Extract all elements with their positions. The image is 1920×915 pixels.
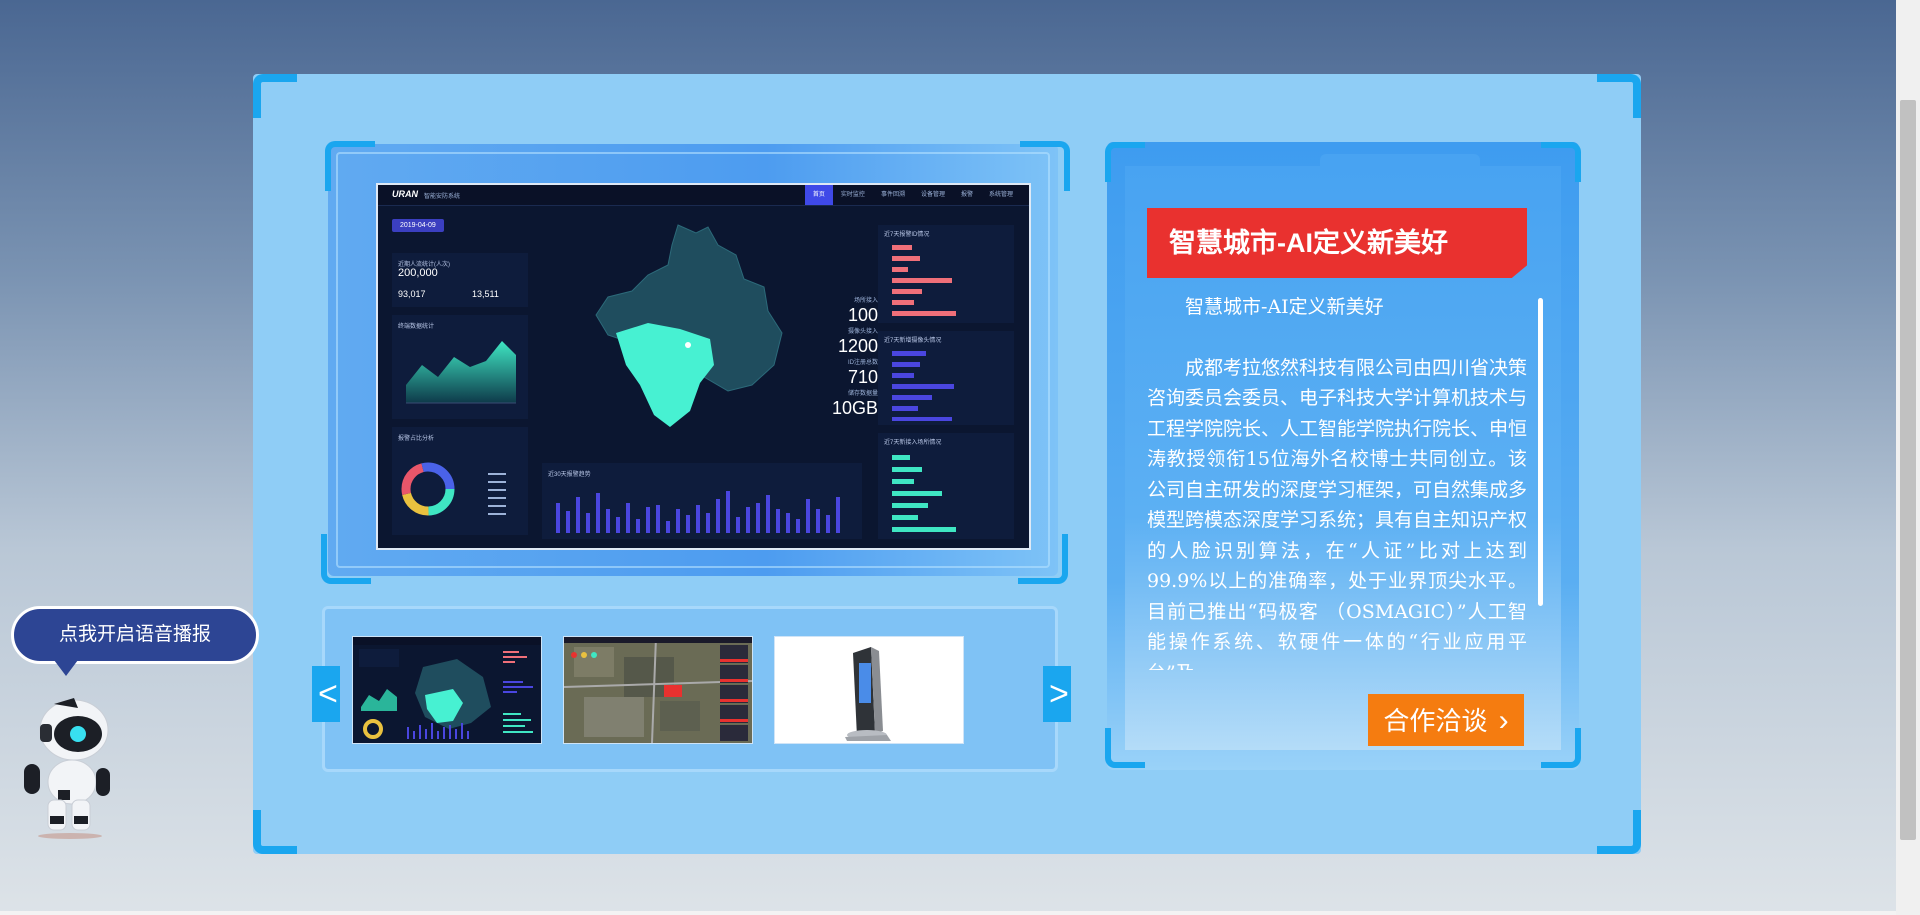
dashboard-preview-image: URAN 智能安防系统 首页 实时监控 事件回溯 设备管理 报警 系统管理 20… <box>376 183 1031 550</box>
dashboard-right-panel: 近7天新增摄像头情况 <box>878 331 1014 425</box>
frame-corner <box>253 810 297 854</box>
chevron-left-icon: < <box>318 675 338 713</box>
dashboard-nav-item: 系统管理 <box>988 192 1013 198</box>
dashboard-sub-right: 13,511 <box>472 289 499 299</box>
chevron-right-icon: › <box>1498 704 1509 737</box>
info-title: 智慧城市-AI定义新美好 <box>1147 208 1527 278</box>
voice-broadcast-button[interactable]: 点我开启语音播报 <box>11 606 259 664</box>
stat-label: ID注册总数 <box>847 360 878 366</box>
dashboard-subtitle: 智能安防系统 <box>424 194 461 200</box>
info-corner <box>1105 142 1145 182</box>
dashboard-map <box>595 224 783 427</box>
dashboard-nav-item: 实时监控 <box>840 192 865 198</box>
cooperate-button[interactable]: 合作洽谈 › <box>1368 694 1524 746</box>
dashboard-bars-panel: 近30天报警趋势 <box>542 463 862 539</box>
frame-corner <box>253 74 297 118</box>
thumbnail-dashboard[interactable] <box>352 636 542 744</box>
dashboard-totals-panel: 近期人流统计(人次) 200,000 93,017 13,511 <box>392 253 528 307</box>
stat-value: 1200 <box>837 336 878 356</box>
cooperate-button-label: 合作洽谈 <box>1383 706 1488 736</box>
stat-label: 储存数据量 <box>847 391 878 397</box>
dashboard-right-panel: 近7天报警ID情况 <box>878 225 1014 323</box>
chevron-right-icon: > <box>1049 675 1069 713</box>
info-subtitle: 智慧城市-AI定义新美好 <box>1185 296 1384 318</box>
stat-value: 100 <box>847 305 878 325</box>
thumbnail-face-device[interactable] <box>774 636 964 744</box>
frame-corner <box>1597 810 1641 854</box>
info-body: 成都考拉悠然科技有限公司由四川省决策咨询委员会委员、电子科技大学计算机技术与工程… <box>1147 356 1527 671</box>
dashboard-nav-item: 首页 <box>804 185 833 205</box>
stat-label: 场所接入 <box>853 298 878 304</box>
dashboard-donut-panel: 报警占比分析 <box>392 427 528 535</box>
info-corner <box>1105 728 1145 768</box>
info-text-scrollbar[interactable] <box>1538 298 1543 606</box>
bottom-strip <box>0 911 1896 915</box>
stat-label: 摄像头接入 <box>847 329 878 335</box>
dashboard-logo: URAN <box>392 189 418 199</box>
info-corner <box>1541 142 1581 182</box>
thumbnail-satellite[interactable] <box>563 636 753 744</box>
carousel-next-button[interactable]: > <box>1043 666 1071 722</box>
dashboard-stats: 场所接入 100 摄像头接入 1200 ID注册总数 710 储存数据量 10G… <box>818 295 878 419</box>
stat-value: 710 <box>847 367 878 387</box>
dashboard-nav: 首页 实时监控 事件回溯 设备管理 报警 系统管理 <box>804 185 1021 205</box>
dashboard-total-value: 200,000 <box>398 267 438 279</box>
dashboard-nav-item: 报警 <box>960 192 973 198</box>
carousel-prev-button[interactable]: < <box>312 666 340 722</box>
info-corner <box>1541 728 1581 768</box>
voice-broadcast-label: 点我开启语音播报 <box>58 624 211 645</box>
stat-value: 10GB <box>831 398 878 418</box>
page-scrollbar-thumb[interactable] <box>1900 100 1916 840</box>
preview-corner <box>321 534 371 584</box>
info-text-area[interactable]: 智慧城市-AI定义新美好 成都考拉悠然科技有限公司由四川省决策咨询委员会委员、电… <box>1147 292 1527 670</box>
preview-corner <box>325 141 375 191</box>
dashboard-date: 2019-04-09 <box>392 219 444 232</box>
robot-mascot-icon[interactable] <box>18 690 118 840</box>
dashboard-sub-left: 93,017 <box>398 289 426 299</box>
dashboard-area-panel: 终端数据统计 <box>392 315 528 419</box>
dashboard-nav-item: 设备管理 <box>920 192 945 198</box>
dashboard-nav-item: 事件回溯 <box>880 192 905 198</box>
dashboard-right-panel: 近7天新接入场所情况 <box>878 433 1014 539</box>
frame-corner <box>1597 74 1641 118</box>
speech-tail <box>54 660 78 676</box>
